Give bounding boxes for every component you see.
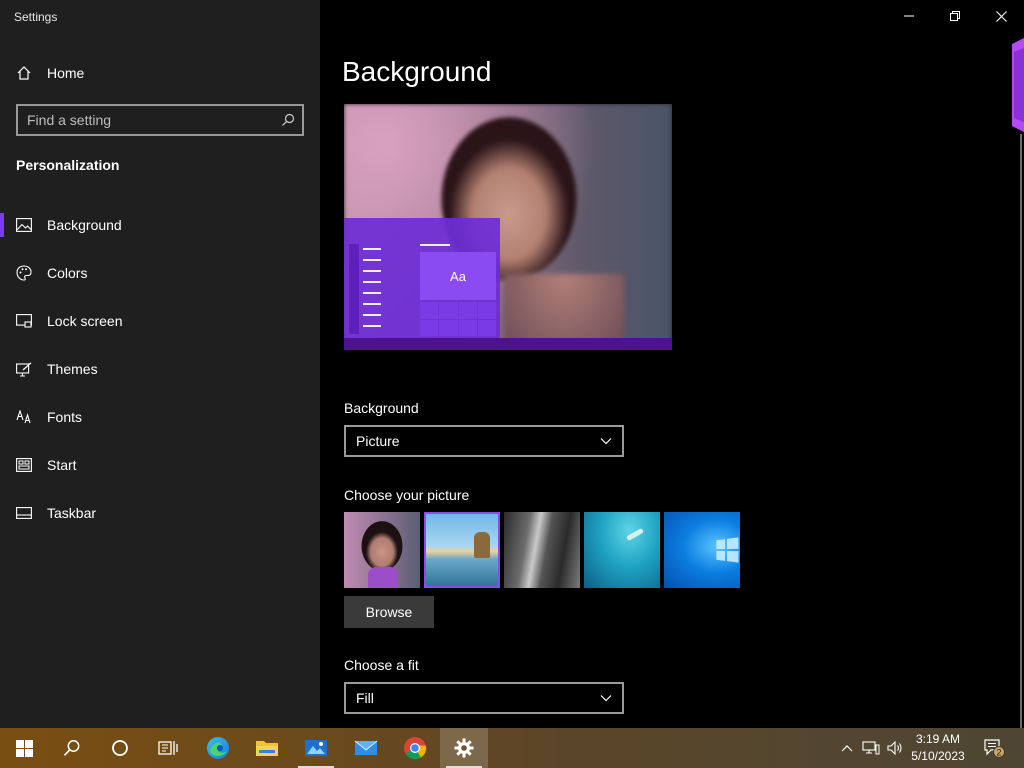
settings-icon[interactable] — [440, 728, 488, 768]
page-title: Background — [342, 56, 492, 87]
sidebar-item-fonts[interactable]: Fonts — [0, 393, 320, 441]
restore-icon — [950, 11, 960, 21]
chrome-icon[interactable] — [391, 728, 439, 768]
sidebar-item-background[interactable]: Background — [0, 201, 320, 249]
section-title: Personalization — [16, 157, 120, 173]
themes-icon — [16, 361, 32, 377]
sidebar-item-label: Taskbar — [47, 505, 97, 521]
picture-thumbnails — [344, 512, 740, 588]
sidebar-item-label: Themes — [47, 361, 98, 377]
chevron-up-icon[interactable] — [836, 728, 858, 768]
search-icon[interactable] — [48, 728, 96, 768]
thumbnail-underwater-swimmer[interactable] — [584, 512, 660, 588]
network-icon[interactable] — [860, 728, 882, 768]
palette-icon — [16, 265, 32, 281]
window-controls — [886, 0, 1024, 32]
search-box[interactable] — [16, 104, 304, 136]
mail-icon[interactable] — [342, 728, 390, 768]
fonts-icon — [16, 409, 32, 425]
photos-icon[interactable] — [292, 728, 340, 768]
preview-start-menu: Aa — [344, 218, 500, 338]
task-view-icon[interactable] — [144, 728, 192, 768]
clock-date: 5/10/2023 — [911, 749, 965, 763]
taskbar-clock[interactable]: 3:19 AM 5/10/2023 — [906, 731, 970, 765]
cortana-icon[interactable] — [96, 728, 144, 768]
edge-icon[interactable] — [194, 728, 242, 768]
sidebar-item-themes[interactable]: Themes — [0, 345, 320, 393]
sidebar-item-label: Background — [47, 217, 122, 233]
search-input[interactable] — [18, 112, 274, 128]
home-nav[interactable]: Home — [16, 62, 84, 84]
notification-center-icon[interactable]: 2 — [980, 728, 1008, 768]
browse-button[interactable]: Browse — [344, 596, 434, 628]
thumbnail-windows-logo-blue[interactable] — [664, 512, 740, 588]
sidebar-item-colors[interactable]: Colors — [0, 249, 320, 297]
scrollbar[interactable] — [1020, 134, 1022, 728]
start-icon — [16, 457, 32, 473]
taskbar-icon — [16, 505, 32, 521]
chevron-down-icon — [600, 695, 612, 702]
sidebar-nav: Background Colors Lock screen Themes Fon… — [0, 201, 320, 537]
preview-start-list — [349, 248, 385, 336]
chevron-down-icon — [600, 438, 612, 445]
background-label: Background — [344, 400, 419, 416]
sidebar-item-lock-screen[interactable]: Lock screen — [0, 297, 320, 345]
picture-icon — [16, 217, 32, 233]
sidebar: Settings Home Personalization Background… — [0, 0, 320, 728]
choose-picture-label: Choose your picture — [344, 487, 470, 503]
home-icon — [17, 66, 31, 80]
sidebar-item-label: Fonts — [47, 409, 83, 425]
app-title: Settings — [14, 10, 58, 24]
background-dropdown[interactable]: Picture — [344, 425, 624, 457]
close-icon — [995, 10, 1007, 22]
fit-dropdown[interactable]: Fill — [344, 682, 624, 714]
clock-time: 3:19 AM — [915, 732, 961, 746]
preview-tile-grid — [420, 302, 496, 336]
thumbnail-portrait-photo[interactable] — [344, 512, 420, 588]
thumbnail-beach-rock-arch[interactable] — [424, 512, 500, 588]
choose-fit-label: Choose a fit — [344, 657, 419, 673]
preview-tile-header — [420, 244, 450, 246]
sidebar-item-label: Colors — [47, 265, 88, 281]
notification-count: 2 — [996, 748, 1001, 758]
lock-screen-icon — [16, 313, 32, 329]
preview-tile-text: Aa — [420, 252, 496, 300]
minimize-button[interactable] — [886, 0, 932, 32]
background-preview: Aa — [344, 104, 672, 350]
fit-dropdown-value: Fill — [356, 690, 374, 706]
windows-logo-icon — [716, 537, 739, 563]
windows-start-icon[interactable] — [0, 728, 48, 768]
windows-taskbar: 3:19 AM 5/10/2023 2 — [0, 728, 1024, 768]
home-label: Home — [47, 65, 85, 81]
sidebar-item-taskbar[interactable]: Taskbar — [0, 489, 320, 537]
thumbnail-waterfall-cliff[interactable] — [504, 512, 580, 588]
sidebar-item-start[interactable]: Start — [0, 441, 320, 489]
restore-button[interactable] — [932, 0, 978, 32]
close-button[interactable] — [978, 0, 1024, 32]
scroll-up-arrow[interactable] — [1012, 38, 1024, 132]
file-explorer-icon[interactable] — [243, 728, 291, 768]
preview-taskbar — [344, 338, 672, 350]
background-dropdown-value: Picture — [356, 433, 400, 449]
sidebar-item-label: Lock screen — [47, 313, 123, 329]
minimize-icon — [904, 15, 914, 17]
volume-icon[interactable] — [884, 728, 906, 768]
sidebar-item-label: Start — [47, 457, 77, 473]
search-icon[interactable] — [274, 106, 302, 134]
